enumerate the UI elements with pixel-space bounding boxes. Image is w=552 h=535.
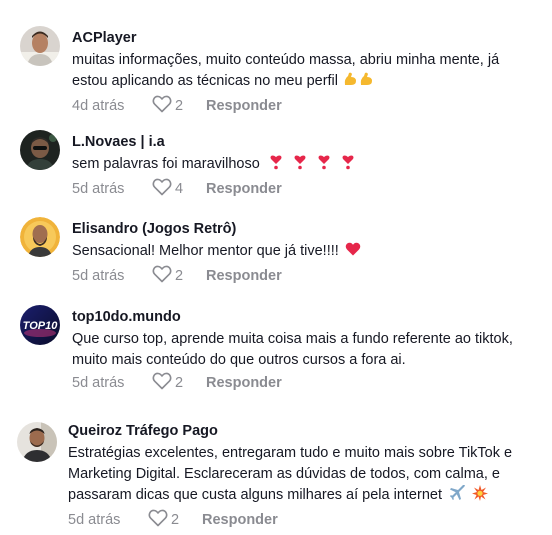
like-count: 2 <box>175 375 184 391</box>
like-button[interactable]: 2 <box>152 95 206 117</box>
reply-button[interactable]: Responder <box>206 375 282 391</box>
comment-username[interactable]: Queiroz Tráfego Pago <box>68 422 512 440</box>
avatar-logo-text: TOP10 <box>23 320 59 332</box>
like-count: 2 <box>175 98 184 114</box>
comment-text-line: Que curso top, aprende muita coisa mais … <box>72 331 513 347</box>
comment-timestamp: 5d atrás <box>72 181 125 197</box>
like-button[interactable]: 4 <box>152 178 206 200</box>
like-button[interactable]: 2 <box>148 509 202 531</box>
reply-button[interactable]: Responder <box>206 98 282 114</box>
flexed-biceps-icon <box>342 71 358 94</box>
avatar[interactable] <box>20 217 60 257</box>
comment-timestamp: 4d atrás <box>72 98 125 114</box>
heart-outline-icon <box>152 95 175 117</box>
comment-text: Estratégias excelentes, entregaram tudo … <box>68 443 512 508</box>
avatar[interactable]: TOP10 <box>20 305 60 345</box>
heart-exclamation-icon <box>340 154 356 177</box>
avatar[interactable] <box>17 422 57 462</box>
comment-text-line: passaram dicas que custa alguns milhares… <box>68 487 442 503</box>
reply-button[interactable]: Responder <box>206 268 282 284</box>
comment-text: muitas informações, muito conteúdo massa… <box>72 50 499 94</box>
collision-icon <box>472 485 489 508</box>
comment-username[interactable]: ACPlayer <box>72 29 499 47</box>
comment-username[interactable]: top10do.mundo <box>72 308 513 326</box>
reply-button[interactable]: Responder <box>202 512 278 528</box>
comment-text-line: estou aplicando as técnicas no meu perfi… <box>72 73 338 89</box>
avatar[interactable] <box>20 130 60 170</box>
heart-outline-icon <box>148 509 171 531</box>
comment-timestamp: 5d atrás <box>72 268 125 284</box>
comment-meta: 5d atrás 4 Responder <box>72 178 356 200</box>
comment-meta: 5d atrás 2 Responder <box>72 265 361 287</box>
like-count: 4 <box>175 181 184 197</box>
heart-outline-icon <box>152 178 175 200</box>
comment-text-line-with-emoji: passaram dicas que custa alguns milhares… <box>68 484 512 508</box>
comment-text-line: Estratégias excelentes, entregaram tudo … <box>68 445 513 461</box>
comment-text-line: sem palavras foi maravilhoso <box>72 156 260 172</box>
heart-outline-icon <box>152 265 175 287</box>
comment-timestamp: 5d atrás <box>68 512 121 528</box>
heart-exclamation-icon <box>268 154 284 177</box>
comment-text: Sensacional! Melhor mentor que já tive!!… <box>72 241 361 264</box>
comment-text-line: muito mais conteúdo do que outros cursos… <box>72 352 406 368</box>
comment-meta: 5d atrás 2 Responder <box>68 509 512 531</box>
comment-text-line-with-emoji: Sensacional! Melhor mentor que já tive!!… <box>72 241 361 264</box>
comment-username[interactable]: L.Novaes | i.a <box>72 133 356 151</box>
flexed-biceps-icon <box>358 71 374 94</box>
heart-outline-icon <box>152 372 175 394</box>
red-heart-icon <box>345 241 361 264</box>
comment-text-line: Sensacional! Melhor mentor que já tive!!… <box>72 243 339 259</box>
like-count: 2 <box>171 512 180 528</box>
comment-timestamp: 5d atrás <box>72 375 125 391</box>
comment-text-line-with-emoji: sem palavras foi maravilhoso <box>72 154 356 177</box>
heart-exclamation-icon <box>316 154 332 177</box>
like-count: 2 <box>175 268 184 284</box>
comment-text-line: Marketing Digital. Esclareceram as dúvid… <box>68 466 500 482</box>
comment-text: Que curso top, aprende muita coisa mais … <box>72 329 513 371</box>
heart-exclamation-icon <box>292 154 308 177</box>
comment-text-line: muitas informações, muito conteúdo massa… <box>72 52 500 68</box>
airplane-icon <box>450 484 466 508</box>
comment-text-line-with-emoji: estou aplicando as técnicas no meu perfi… <box>72 71 499 94</box>
comment-meta: 4d atrás 2 Responder <box>72 95 499 117</box>
comment-text: sem palavras foi maravilhoso <box>72 154 356 177</box>
like-button[interactable]: 2 <box>152 265 206 287</box>
comment-meta: 5d atrás 2 Responder <box>72 372 513 394</box>
reply-button[interactable]: Responder <box>206 181 282 197</box>
like-button[interactable]: 2 <box>152 372 206 394</box>
comment-username[interactable]: Elisandro (Jogos Retrô) <box>72 220 361 238</box>
avatar[interactable] <box>20 26 60 66</box>
